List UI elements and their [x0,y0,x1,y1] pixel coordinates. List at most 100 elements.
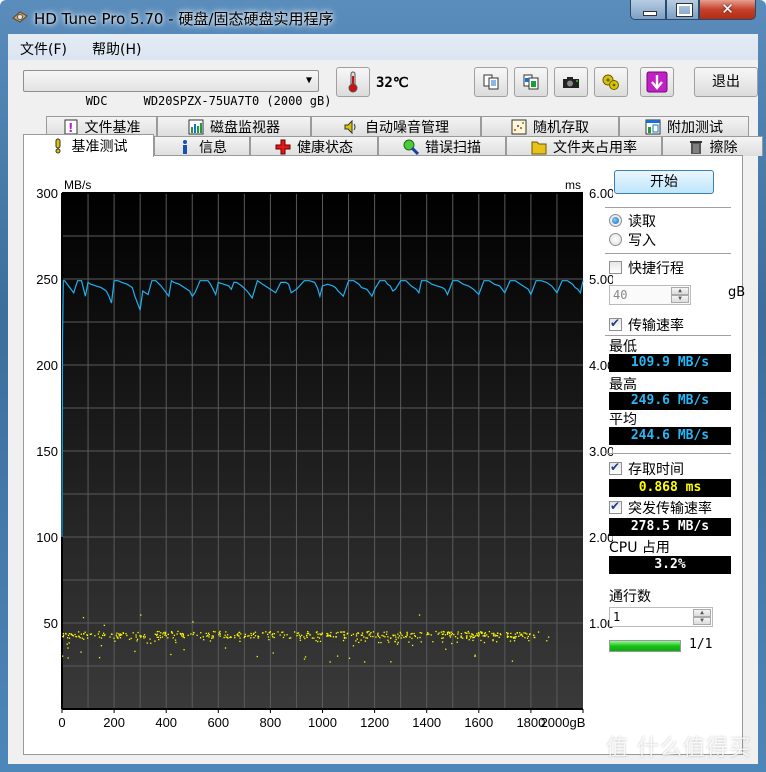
access-time-point [269,631,271,633]
access-time-point [442,633,444,635]
access-time-point [382,635,385,637]
title-bar[interactable]: HD Tune Pro 5.70 - 硬盘/固态硬盘实用程序 ✕ [0,0,766,34]
access-time-point [411,632,413,635]
access-time-point [118,633,120,635]
access-time-point [515,636,517,638]
y-left-unit-label: MB/s [64,178,91,192]
burst-rate-checkbox[interactable] [609,499,622,514]
tab-error-scan[interactable]: 错误扫描 [378,136,506,156]
spin-down-icon[interactable]: ▼ [671,295,689,303]
access-time-point [364,640,367,642]
access-time-checkbox[interactable] [609,460,622,475]
access-time-point [343,631,346,633]
access-time-point [377,635,380,638]
access-time-point [356,638,358,640]
menu-help[interactable]: 帮助(H) [92,39,141,59]
access-time-point [209,640,212,642]
minimize-button[interactable] [630,0,666,20]
drive-select[interactable]: WDC WD20SPZX-75UA7T0 (2000 gB) ▼ [23,70,331,108]
access-time-point [62,632,65,635]
access-time-point [115,634,117,636]
access-time-point [236,634,238,636]
access-time-point [491,632,493,635]
menu-file[interactable]: 文件(F) [20,39,67,59]
maximize-button[interactable] [666,0,699,20]
write-radio[interactable] [609,233,622,246]
access-time-point [137,631,139,634]
access-time-point [352,645,355,647]
access-time-point [500,634,502,636]
access-time-point [506,631,508,634]
short-stroke-size-input[interactable]: 40 ▲ ▼ [609,285,691,305]
tab-benchmark[interactable]: 基准测试 [23,134,154,157]
tab-file-benchmark[interactable]: ! 文件基准 [46,116,157,136]
tab-health[interactable]: 健康状态 [250,136,378,156]
access-time-point [309,634,311,636]
save-button[interactable] [640,67,674,97]
access-time-point [307,632,310,635]
short-stroke-spinner[interactable]: ▲ ▼ [671,287,689,303]
passes-spinner[interactable]: ▲ ▼ [693,609,711,625]
access-time-point [159,634,161,637]
access-time-point [406,631,408,634]
access-time-point [74,633,76,636]
access-time-point [212,635,215,637]
access-time-point [468,639,470,641]
options-button[interactable] [594,67,628,97]
passes-input[interactable]: 1 ▲ ▼ [609,607,713,627]
close-button[interactable]: ✕ [699,0,756,20]
access-time-point [158,638,160,641]
tab-noise-management[interactable]: 自动噪音管理 [311,116,481,136]
short-stroke-checkbox[interactable] [609,261,622,274]
screenshot-button[interactable] [554,67,588,97]
access-time-point [116,636,118,638]
access-time-point [90,633,93,635]
spin-up-icon[interactable]: ▲ [671,287,689,295]
access-time-point [156,636,158,638]
tab-extra-tests[interactable]: 附加测试 [619,116,749,136]
access-time-point [414,634,416,637]
access-time-point [267,636,270,638]
folder-icon [531,141,547,154]
tab-random-access[interactable]: 随机存取 [481,116,619,136]
access-time-point [428,633,430,635]
access-time-point [513,640,516,642]
access-time-point [167,637,169,639]
y-left-tick-label: 150 [36,444,58,459]
access-time-point [365,637,367,639]
tab-disk-monitor[interactable]: 磁盘监视器 [157,116,311,136]
access-time-point [529,633,531,635]
access-time-point [493,632,495,634]
tab-row-bottom: 基准测试 信息 健康状态 错误扫描 文件夹占用率 擦除 [23,134,763,157]
access-time-point [253,632,255,634]
max-transfer-readout: 249.6 MB/s [609,392,731,410]
read-radio[interactable] [609,214,622,227]
access-time-point [440,631,442,633]
access-time-point [379,637,381,639]
copy-screenshot-button[interactable] [514,67,548,97]
transfer-rate-checkbox[interactable] [609,316,622,331]
watermark: 值 什么值得买 [606,736,752,761]
spin-down-icon[interactable]: ▼ [693,617,711,625]
drive-select-value: WDC WD20SPZX-75UA7T0 (2000 gB) [85,94,332,108]
tab-erase[interactable]: 擦除 [662,136,763,156]
access-time-point [352,633,355,635]
tab-info[interactable]: 信息 [154,136,250,156]
min-label: 最低 [609,339,637,355]
access-time-point [514,637,516,639]
save-down-icon [646,71,668,93]
temperature-button[interactable] [336,67,370,97]
access-time-point [451,642,453,645]
access-time-point [526,633,528,635]
tab-folder-usage[interactable]: 文件夹占用率 [506,136,662,156]
access-time-point [460,636,462,639]
exit-button[interactable]: 退出 [694,67,758,97]
y-left-tick-label: 250 [36,272,58,287]
access-time-point [342,639,345,642]
x-tick-label: 800 [260,715,282,730]
copy-text-button[interactable] [474,67,508,97]
start-button[interactable]: 开始 [614,170,714,194]
access-time-point [350,634,353,637]
access-time-point [113,637,115,639]
spin-up-icon[interactable]: ▲ [693,609,711,617]
